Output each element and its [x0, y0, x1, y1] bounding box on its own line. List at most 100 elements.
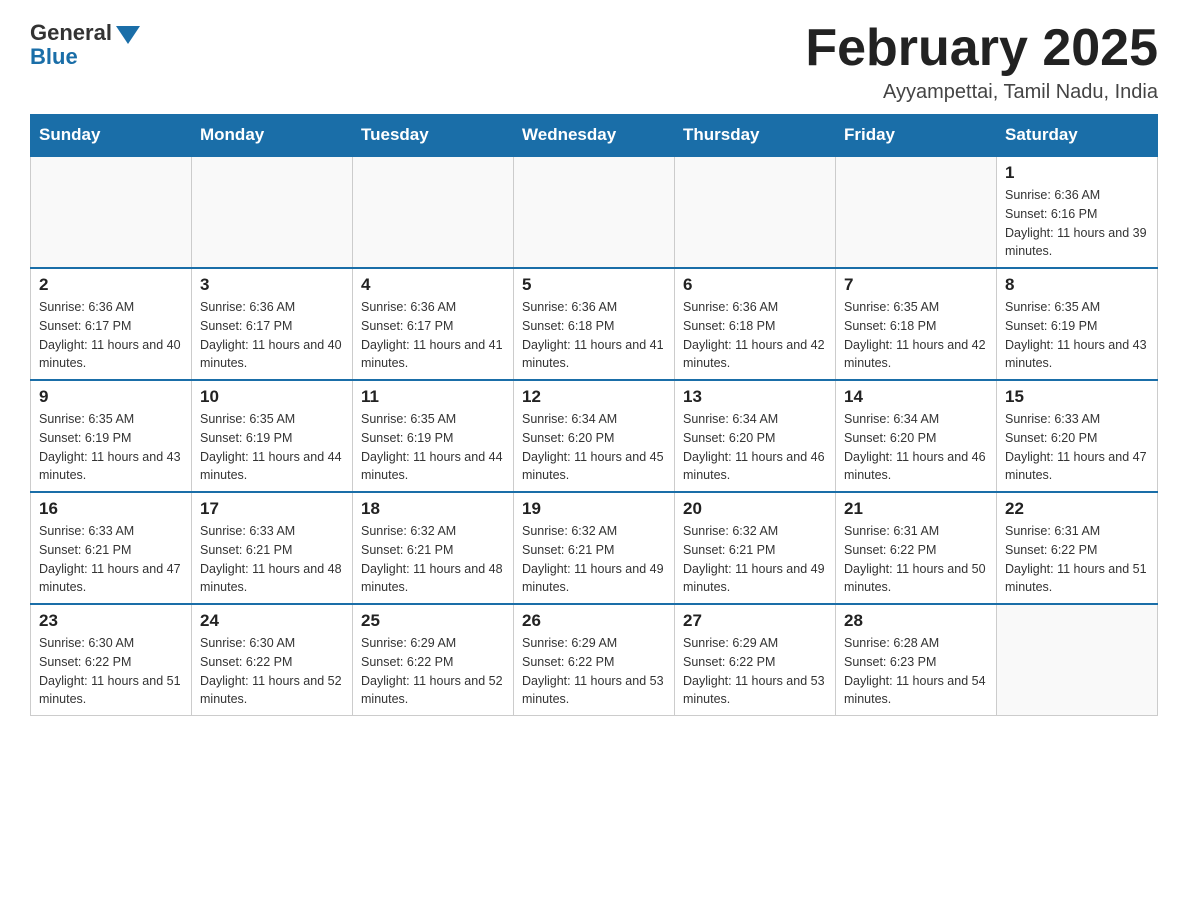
day-number: 7: [844, 275, 988, 295]
calendar-cell: 13 Sunrise: 6:34 AM Sunset: 6:20 PM Dayli…: [675, 380, 836, 492]
day-number: 18: [361, 499, 505, 519]
logo: General Blue: [30, 20, 140, 70]
calendar-cell: 3 Sunrise: 6:36 AM Sunset: 6:17 PM Daylig…: [192, 268, 353, 380]
day-info: Sunrise: 6:33 AM Sunset: 6:21 PM Dayligh…: [200, 522, 344, 597]
day-number: 19: [522, 499, 666, 519]
calendar-cell: 17Sunrise: 6:33 AM Sunset: 6:21 PM Dayli…: [192, 492, 353, 604]
day-number: 6: [683, 275, 827, 295]
calendar-cell: 9 Sunrise: 6:35 AM Sunset: 6:19 PM Daylig…: [31, 380, 192, 492]
calendar-cell: 12 Sunrise: 6:34 AM Sunset: 6:20 PM Dayli…: [514, 380, 675, 492]
calendar-cell: 16 Sunrise: 6:33 AM Sunset: 6:21 PM Dayli…: [31, 492, 192, 604]
calendar-cell: 11Sunrise: 6:35 AM Sunset: 6:19 PM Dayli…: [353, 380, 514, 492]
calendar-cell: 19 Sunrise: 6:32 AM Sunset: 6:21 PM Dayli…: [514, 492, 675, 604]
calendar-week-row: 23 Sunrise: 6:30 AM Sunset: 6:22 PM Dayli…: [31, 604, 1158, 716]
calendar-week-row: 9 Sunrise: 6:35 AM Sunset: 6:19 PM Daylig…: [31, 380, 1158, 492]
calendar-cell: 25 Sunrise: 6:29 AM Sunset: 6:22 PM Dayli…: [353, 604, 514, 716]
day-info: Sunrise: 6:34 AM Sunset: 6:20 PM Dayligh…: [522, 410, 666, 485]
day-number: 8: [1005, 275, 1149, 295]
day-number: 10: [200, 387, 344, 407]
day-number: 4: [361, 275, 505, 295]
day-number: 15: [1005, 387, 1149, 407]
day-number: 21: [844, 499, 988, 519]
day-number: 5: [522, 275, 666, 295]
month-title: February 2025: [805, 20, 1158, 77]
column-header-friday: Friday: [836, 115, 997, 157]
day-number: 16: [39, 499, 183, 519]
day-info: Sunrise: 6:33 AM Sunset: 6:21 PM Dayligh…: [39, 522, 183, 597]
calendar-cell: [31, 156, 192, 268]
calendar-cell: [192, 156, 353, 268]
calendar-cell: 27Sunrise: 6:29 AM Sunset: 6:22 PM Dayli…: [675, 604, 836, 716]
day-info: Sunrise: 6:30 AM Sunset: 6:22 PM Dayligh…: [39, 634, 183, 709]
day-number: 26: [522, 611, 666, 631]
calendar-header-row: SundayMondayTuesdayWednesdayThursdayFrid…: [31, 115, 1158, 157]
calendar-cell: 5 Sunrise: 6:36 AM Sunset: 6:18 PM Daylig…: [514, 268, 675, 380]
day-number: 1: [1005, 163, 1149, 183]
column-header-sunday: Sunday: [31, 115, 192, 157]
day-info: Sunrise: 6:35 AM Sunset: 6:19 PM Dayligh…: [1005, 298, 1149, 373]
calendar-cell: 20 Sunrise: 6:32 AM Sunset: 6:21 PM Dayli…: [675, 492, 836, 604]
logo-general-text: General: [30, 20, 112, 46]
calendar-cell: 14 Sunrise: 6:34 AM Sunset: 6:20 PM Dayli…: [836, 380, 997, 492]
day-info: Sunrise: 6:35 AM Sunset: 6:18 PM Dayligh…: [844, 298, 988, 373]
calendar-cell: 18 Sunrise: 6:32 AM Sunset: 6:21 PM Dayli…: [353, 492, 514, 604]
day-info: Sunrise: 6:36 AM Sunset: 6:17 PM Dayligh…: [200, 298, 344, 373]
calendar-cell: 15 Sunrise: 6:33 AM Sunset: 6:20 PM Dayli…: [997, 380, 1158, 492]
day-number: 2: [39, 275, 183, 295]
calendar-cell: 2 Sunrise: 6:36 AM Sunset: 6:17 PM Daylig…: [31, 268, 192, 380]
day-number: 23: [39, 611, 183, 631]
day-info: Sunrise: 6:36 AM Sunset: 6:16 PM Dayligh…: [1005, 186, 1149, 261]
logo-arrow-icon: [116, 26, 140, 44]
day-number: 12: [522, 387, 666, 407]
day-info: Sunrise: 6:36 AM Sunset: 6:18 PM Dayligh…: [683, 298, 827, 373]
day-info: Sunrise: 6:29 AM Sunset: 6:22 PM Dayligh…: [361, 634, 505, 709]
calendar-cell: 26Sunrise: 6:29 AM Sunset: 6:22 PM Dayli…: [514, 604, 675, 716]
day-info: Sunrise: 6:33 AM Sunset: 6:20 PM Dayligh…: [1005, 410, 1149, 485]
day-number: 9: [39, 387, 183, 407]
page-header: General Blue February 2025 Ayyampettai, …: [30, 20, 1158, 104]
day-info: Sunrise: 6:31 AM Sunset: 6:22 PM Dayligh…: [1005, 522, 1149, 597]
day-number: 25: [361, 611, 505, 631]
day-info: Sunrise: 6:35 AM Sunset: 6:19 PM Dayligh…: [361, 410, 505, 485]
day-info: Sunrise: 6:34 AM Sunset: 6:20 PM Dayligh…: [683, 410, 827, 485]
calendar-cell: 10Sunrise: 6:35 AM Sunset: 6:19 PM Dayli…: [192, 380, 353, 492]
column-header-wednesday: Wednesday: [514, 115, 675, 157]
calendar-week-row: 1 Sunrise: 6:36 AM Sunset: 6:16 PM Daylig…: [31, 156, 1158, 268]
day-info: Sunrise: 6:34 AM Sunset: 6:20 PM Dayligh…: [844, 410, 988, 485]
calendar-cell: 6 Sunrise: 6:36 AM Sunset: 6:18 PM Daylig…: [675, 268, 836, 380]
day-info: Sunrise: 6:32 AM Sunset: 6:21 PM Dayligh…: [361, 522, 505, 597]
day-info: Sunrise: 6:36 AM Sunset: 6:17 PM Dayligh…: [39, 298, 183, 373]
day-number: 22: [1005, 499, 1149, 519]
day-info: Sunrise: 6:32 AM Sunset: 6:21 PM Dayligh…: [683, 522, 827, 597]
column-header-tuesday: Tuesday: [353, 115, 514, 157]
calendar-cell: 4 Sunrise: 6:36 AM Sunset: 6:17 PM Daylig…: [353, 268, 514, 380]
calendar-week-row: 16 Sunrise: 6:33 AM Sunset: 6:21 PM Dayli…: [31, 492, 1158, 604]
day-number: 14: [844, 387, 988, 407]
calendar-cell: [675, 156, 836, 268]
day-number: 24: [200, 611, 344, 631]
calendar-cell: 8 Sunrise: 6:35 AM Sunset: 6:19 PM Daylig…: [997, 268, 1158, 380]
day-info: Sunrise: 6:35 AM Sunset: 6:19 PM Dayligh…: [39, 410, 183, 485]
day-number: 3: [200, 275, 344, 295]
calendar-cell: [836, 156, 997, 268]
calendar-cell: 23 Sunrise: 6:30 AM Sunset: 6:22 PM Dayli…: [31, 604, 192, 716]
column-header-saturday: Saturday: [997, 115, 1158, 157]
calendar-table: SundayMondayTuesdayWednesdayThursdayFrid…: [30, 114, 1158, 716]
calendar-cell: [997, 604, 1158, 716]
calendar-cell: [353, 156, 514, 268]
calendar-week-row: 2 Sunrise: 6:36 AM Sunset: 6:17 PM Daylig…: [31, 268, 1158, 380]
day-number: 28: [844, 611, 988, 631]
logo-blue-text: Blue: [30, 44, 78, 70]
day-info: Sunrise: 6:32 AM Sunset: 6:21 PM Dayligh…: [522, 522, 666, 597]
day-number: 20: [683, 499, 827, 519]
column-header-thursday: Thursday: [675, 115, 836, 157]
day-info: Sunrise: 6:31 AM Sunset: 6:22 PM Dayligh…: [844, 522, 988, 597]
calendar-cell: 21 Sunrise: 6:31 AM Sunset: 6:22 PM Dayli…: [836, 492, 997, 604]
day-info: Sunrise: 6:36 AM Sunset: 6:17 PM Dayligh…: [361, 298, 505, 373]
day-number: 13: [683, 387, 827, 407]
calendar-cell: 22 Sunrise: 6:31 AM Sunset: 6:22 PM Dayli…: [997, 492, 1158, 604]
calendar-cell: 1 Sunrise: 6:36 AM Sunset: 6:16 PM Daylig…: [997, 156, 1158, 268]
calendar-cell: [514, 156, 675, 268]
day-info: Sunrise: 6:36 AM Sunset: 6:18 PM Dayligh…: [522, 298, 666, 373]
day-info: Sunrise: 6:29 AM Sunset: 6:22 PM Dayligh…: [683, 634, 827, 709]
